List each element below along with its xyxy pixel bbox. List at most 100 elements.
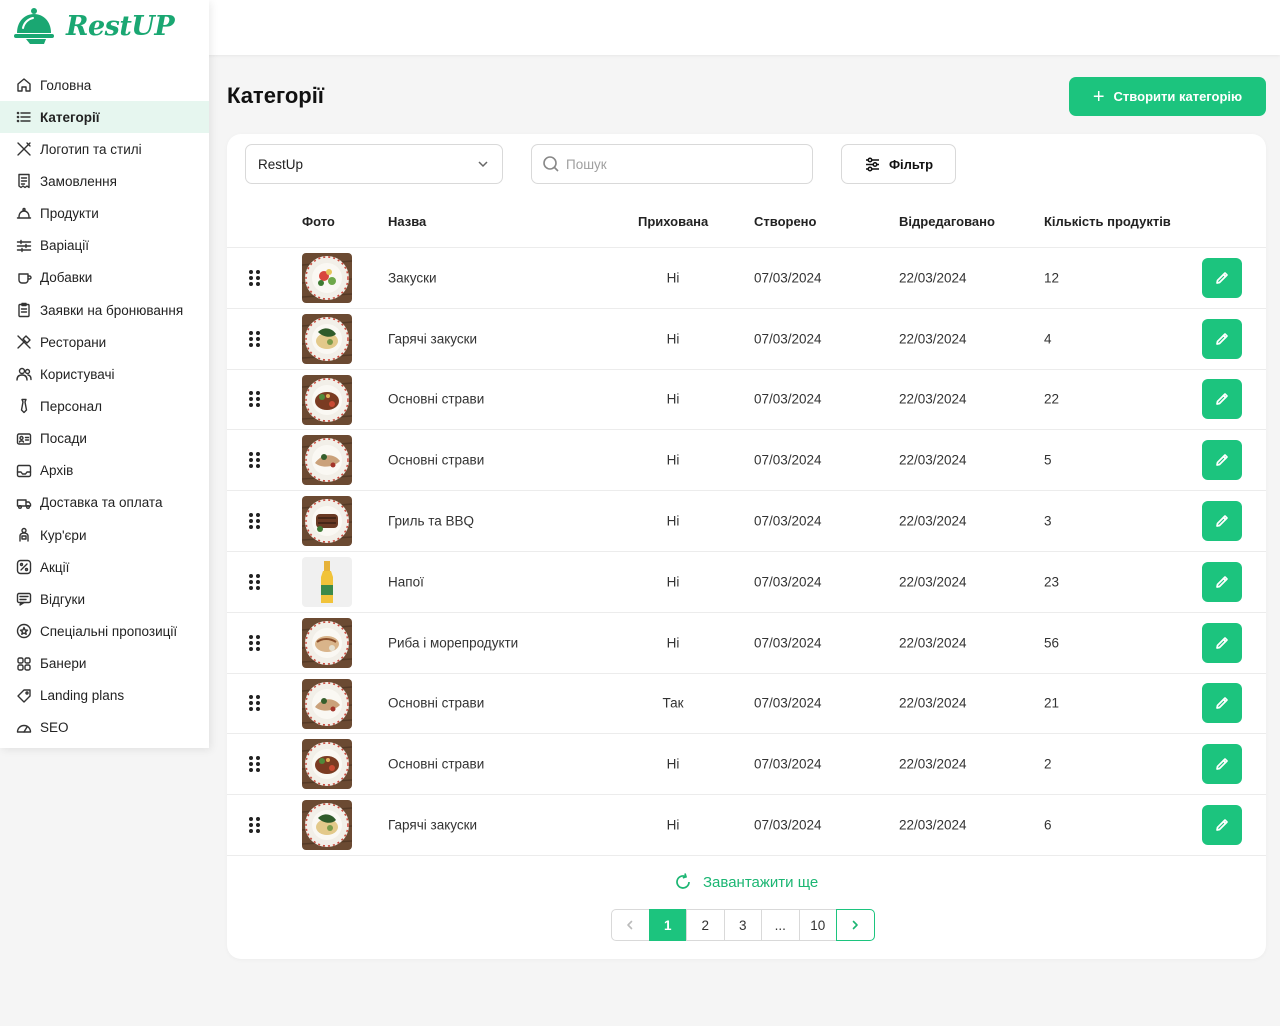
column-hidden[interactable]: Прихована <box>638 214 708 229</box>
sidebar-item-10[interactable]: Персонал <box>0 390 209 422</box>
pagination-page[interactable]: 2 <box>686 909 725 941</box>
sidebar-item-label: Продукти <box>40 206 99 222</box>
column-product-count[interactable]: Кількість продуктів <box>1044 214 1171 229</box>
pagination: 1 2 3... 10 <box>611 909 875 941</box>
create-category-label: Створити категорію <box>1113 89 1243 104</box>
sidebar-item-label: Кур'єри <box>40 527 87 543</box>
table-row[interactable]: Основні страви Ні 07/03/2024 22/03/2024 5 <box>227 430 1266 492</box>
pencil-icon <box>1216 758 1228 771</box>
table-row[interactable]: Основні страви Так 07/03/2024 22/03/2024 21 <box>227 674 1266 735</box>
sidebar-item-17[interactable]: Спеціальні пропозиції <box>0 615 209 647</box>
category-photo <box>302 800 352 851</box>
sidebar-item-15[interactable]: Акції <box>0 551 209 583</box>
category-created: 07/03/2024 <box>754 635 822 651</box>
logo[interactable]: RestUP <box>14 6 175 46</box>
filter-label: Фільтр <box>888 156 934 172</box>
pagination-page[interactable]: 10 <box>798 909 837 941</box>
category-hidden: Ні <box>666 756 680 772</box>
category-product-count: 3 <box>1044 513 1052 529</box>
sidebar-item-7[interactable]: Заявки на бронювання <box>0 294 209 326</box>
pagination-prev-button[interactable] <box>611 909 650 941</box>
drag-handle-icon[interactable] <box>249 695 261 712</box>
pagination-next-button[interactable] <box>836 909 875 941</box>
filter-button[interactable]: Фільтр <box>841 144 956 184</box>
category-created: 07/03/2024 <box>754 756 822 772</box>
pagination-page[interactable]: 1 <box>648 909 687 941</box>
edit-button[interactable] <box>1202 501 1242 542</box>
category-edited: 22/03/2024 <box>899 513 967 529</box>
load-more-button[interactable]: Завантажити ще <box>673 872 818 892</box>
column-name[interactable]: Назва <box>388 214 426 229</box>
pencil-icon <box>1216 697 1228 710</box>
sidebar-item-18[interactable]: Банери <box>0 648 209 680</box>
table-row[interactable]: Гарячі закуски Ні 07/03/2024 22/03/2024 4 <box>227 309 1266 370</box>
drag-handle-icon[interactable] <box>249 391 261 408</box>
create-category-button[interactable]: + Створити категорію <box>1069 77 1266 116</box>
restaurant-select[interactable]: RestUp <box>245 144 503 184</box>
table-row[interactable]: Напої Ні 07/03/2024 22/03/2024 23 <box>227 552 1266 613</box>
category-photo <box>302 617 352 668</box>
table-row[interactable]: Гарячі закуски Ні 07/03/2024 22/03/2024 6 <box>227 795 1266 856</box>
sidebar-item-5[interactable]: Варіації <box>0 230 209 262</box>
drag-handle-icon[interactable] <box>249 452 261 469</box>
table-row[interactable]: Основні страви Ні 07/03/2024 22/03/2024 2 <box>227 734 1266 796</box>
id-card-icon <box>16 431 32 447</box>
drag-handle-icon[interactable] <box>249 269 261 286</box>
edit-button[interactable] <box>1202 683 1242 724</box>
sidebar-item-label: Заявки на бронювання <box>40 302 184 318</box>
column-created[interactable]: Створено <box>754 214 816 229</box>
edit-button[interactable] <box>1202 318 1242 359</box>
table-row[interactable]: Закуски Ні 07/03/2024 22/03/2024 12 <box>227 248 1266 309</box>
sidebar-item-13[interactable]: Доставка та оплата <box>0 487 209 519</box>
sidebar-item-2[interactable]: Логотип та стилі <box>0 133 209 165</box>
table-row[interactable]: Основні страви Ні 07/03/2024 22/03/2024 22 <box>227 370 1266 431</box>
drag-handle-icon[interactable] <box>249 513 261 530</box>
sidebar-item-8[interactable]: Ресторани <box>0 326 209 358</box>
column-edited[interactable]: Відредаговано <box>899 214 995 229</box>
sidebar-item-3[interactable]: Замовлення <box>0 165 209 197</box>
sidebar-item-label: Головна <box>40 77 92 93</box>
drag-handle-icon[interactable] <box>249 756 261 773</box>
category-name: Гарячі закуски <box>388 331 478 347</box>
edit-button[interactable] <box>1202 561 1242 602</box>
edit-button[interactable] <box>1202 744 1242 785</box>
sidebar-item-20[interactable]: SEO <box>0 712 209 744</box>
sidebar-item-label: Спеціальні пропозиції <box>40 623 178 639</box>
drag-handle-icon[interactable] <box>249 817 261 834</box>
category-product-count: 6 <box>1044 817 1052 833</box>
edit-button[interactable] <box>1202 440 1242 481</box>
drag-handle-icon[interactable] <box>249 330 261 347</box>
drag-handle-icon[interactable] <box>249 634 261 651</box>
cutlery-icon <box>16 334 32 350</box>
sidebar-item-1[interactable]: Категорії <box>0 101 209 134</box>
sidebar-item-11[interactable]: Посади <box>0 423 209 455</box>
home-icon <box>16 77 32 93</box>
sidebar-item-16[interactable]: Відгуки <box>0 583 209 615</box>
sidebar-item-19[interactable]: Landing plans <box>0 680 209 712</box>
edit-button[interactable] <box>1202 379 1242 420</box>
edit-button[interactable] <box>1202 257 1242 298</box>
sidebar-item-4[interactable]: Продукти <box>0 198 209 230</box>
category-name: Основні страви <box>388 756 485 772</box>
category-edited: 22/03/2024 <box>899 635 967 651</box>
search-input[interactable] <box>566 156 796 172</box>
sidebar: RestUP Головна Категорії Логотип та стилі З… <box>0 0 209 748</box>
sidebar-item-6[interactable]: Добавки <box>0 262 209 294</box>
pagination-page[interactable]: 3 <box>723 909 762 941</box>
table-row[interactable]: Риба і морепродукти Ні 07/03/2024 22/03/202… <box>227 613 1266 674</box>
sidebar-item-12[interactable]: Архів <box>0 455 209 487</box>
edit-button[interactable] <box>1202 805 1242 846</box>
table-row[interactable]: Гриль та BBQ Ні 07/03/2024 22/03/2024 3 <box>227 491 1266 552</box>
drag-handle-icon[interactable] <box>249 573 261 590</box>
category-created: 07/03/2024 <box>754 513 822 529</box>
category-hidden: Ні <box>666 270 680 286</box>
sidebar-item-9[interactable]: Користувачі <box>0 358 209 390</box>
category-name: Гриль та BBQ <box>388 513 475 529</box>
chevron-left-icon <box>627 920 633 930</box>
sidebar-item-14[interactable]: Кур'єри <box>0 519 209 551</box>
edit-button[interactable] <box>1202 622 1242 663</box>
pencil-icon <box>1216 576 1228 588</box>
category-photo <box>302 253 352 303</box>
sidebar-item-0[interactable]: Головна <box>0 69 209 101</box>
receipt-icon <box>16 173 32 189</box>
